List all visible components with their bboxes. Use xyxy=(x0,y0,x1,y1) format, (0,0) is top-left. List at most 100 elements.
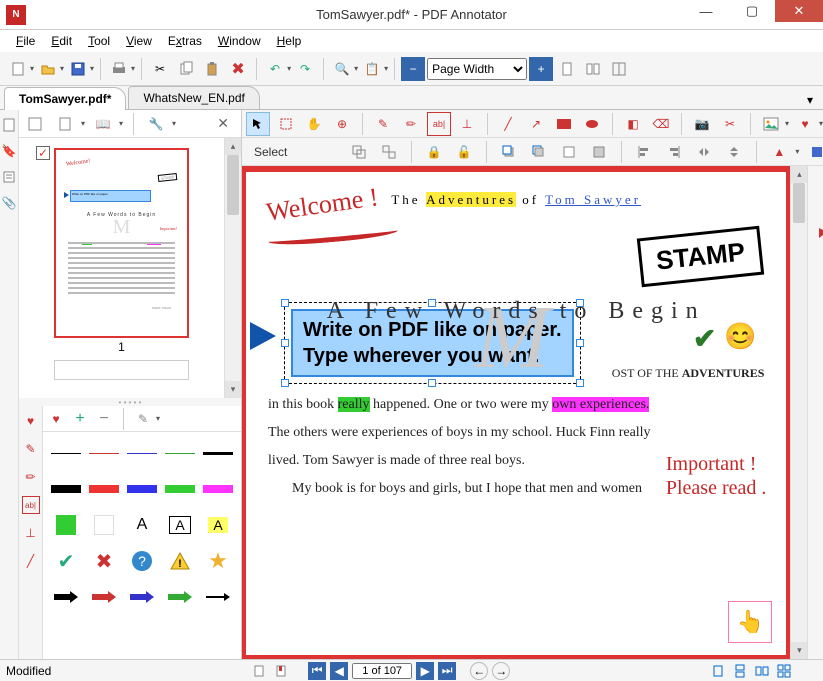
view-single-button[interactable] xyxy=(709,662,727,680)
favorite-annot[interactable]: ♥ xyxy=(793,112,817,136)
scroll-thumb[interactable] xyxy=(227,155,239,215)
image-annot[interactable] xyxy=(759,112,783,136)
important-annotation[interactable]: Important ! Please read . xyxy=(666,452,767,500)
shape-tool-icon[interactable]: ╱ xyxy=(22,552,40,570)
nav-back-button[interactable]: ← xyxy=(470,662,488,680)
preset-arrow-green[interactable] xyxy=(165,584,195,610)
layout-button[interactable] xyxy=(607,57,631,81)
two-page-button[interactable] xyxy=(581,57,605,81)
menu-file[interactable]: File xyxy=(8,32,43,50)
align-left-button[interactable] xyxy=(632,140,656,164)
preset-arrow-thin[interactable] xyxy=(203,584,233,610)
send-back-button[interactable] xyxy=(527,140,551,164)
fav-edit-dropdown[interactable]: ▾ xyxy=(156,414,160,423)
undo-dropdown[interactable]: ▾ xyxy=(287,64,291,73)
preset-check-icon[interactable]: ✔ xyxy=(51,548,81,574)
crop-annot[interactable]: ✂ xyxy=(718,112,742,136)
fav-add-button[interactable]: + xyxy=(71,410,89,428)
welcome-underline[interactable] xyxy=(268,224,399,247)
find-dropdown[interactable]: ▾ xyxy=(354,64,358,73)
preset-black-thin-line[interactable] xyxy=(51,440,81,466)
thumbnail-page-1[interactable]: Welcome! STAMP Write on PDF like on pape… xyxy=(54,148,189,338)
preset-black-thick-line[interactable] xyxy=(203,440,233,466)
stamp-annotation[interactable]: STAMP xyxy=(637,226,765,288)
whiteout-annot[interactable]: ⌫ xyxy=(649,112,673,136)
checkmark-annotation[interactable]: ✔ xyxy=(693,322,716,356)
panel-splitter[interactable]: • • • • • xyxy=(19,398,241,406)
tab-tomsawyer[interactable]: TomSawyer.pdf* xyxy=(4,87,126,110)
pages-icon[interactable] xyxy=(0,116,18,134)
attachments-icon[interactable]: 📎 xyxy=(0,194,18,212)
preset-text-plain[interactable]: A xyxy=(127,512,157,538)
favorites-icon[interactable]: ♥ xyxy=(22,412,40,430)
text-tool-icon[interactable]: ab| xyxy=(22,496,40,514)
page-scroll-thumb[interactable] xyxy=(793,183,805,223)
save-dropdown[interactable]: ▾ xyxy=(90,64,94,73)
group-button[interactable] xyxy=(347,140,371,164)
preset-red-thin-line[interactable] xyxy=(89,440,119,466)
next-page-button[interactable]: ▶ xyxy=(416,662,434,680)
pan-tool[interactable]: ✋ xyxy=(302,112,326,136)
stamp-tool-icon[interactable]: ⊥ xyxy=(22,524,40,542)
preset-magenta-bar[interactable] xyxy=(203,476,233,502)
maximize-button[interactable]: ▢ xyxy=(729,0,775,22)
arrow-annot[interactable]: ↗ xyxy=(524,112,548,136)
redo-button[interactable]: ↷ xyxy=(293,57,317,81)
cut-button[interactable]: ✂ xyxy=(148,57,172,81)
menu-help[interactable]: Help xyxy=(269,32,310,50)
cursor-icon[interactable] xyxy=(816,226,823,247)
tab-whatsnew[interactable]: WhatsNew_EN.pdf xyxy=(128,86,259,109)
last-page-button[interactable]: ⏭ xyxy=(438,662,456,680)
thumbnail-scrollbar[interactable]: ▴ ▾ xyxy=(224,138,241,398)
scroll-down-icon[interactable]: ▾ xyxy=(225,381,241,398)
single-page-button[interactable] xyxy=(555,57,579,81)
preset-red-bar[interactable] xyxy=(89,476,119,502)
bookmarks-icon[interactable]: 🔖 xyxy=(0,142,18,160)
line-annot[interactable]: ╱ xyxy=(496,112,520,136)
flip-v-button[interactable] xyxy=(722,140,746,164)
preset-star-icon[interactable]: ★ xyxy=(203,548,233,574)
new-dropdown[interactable]: ▾ xyxy=(30,64,34,73)
thumb-add-dropdown[interactable]: ▾ xyxy=(81,119,85,128)
preset-black-bar[interactable] xyxy=(51,476,81,502)
marker-annot[interactable]: ✏ xyxy=(399,112,423,136)
open-dropdown[interactable]: ▾ xyxy=(60,64,64,73)
new-button[interactable] xyxy=(6,57,30,81)
thumbnail-checkbox[interactable]: ✓ xyxy=(36,146,50,160)
page-scroll-down[interactable]: ▾ xyxy=(791,642,807,659)
first-page-button[interactable]: ⏮ xyxy=(308,662,326,680)
lock-button[interactable]: 🔒 xyxy=(422,140,446,164)
backward-button[interactable] xyxy=(587,140,611,164)
thumb-select-all[interactable] xyxy=(23,112,47,136)
emoji-annotation[interactable]: 😊 xyxy=(724,322,756,352)
favorite-dropdown[interactable]: ▾ xyxy=(819,119,823,128)
align-right-button[interactable] xyxy=(662,140,686,164)
thumb-settings[interactable]: 🔧 xyxy=(144,112,168,136)
style-copy-button[interactable]: ▲ xyxy=(767,140,791,164)
stamp-annot[interactable]: ⊥ xyxy=(455,112,479,136)
preset-warning-icon[interactable]: ! xyxy=(165,548,195,574)
open-button[interactable] xyxy=(36,57,60,81)
delete-button[interactable]: ✖ xyxy=(226,57,250,81)
menu-edit[interactable]: Edit xyxy=(43,32,80,50)
view-continuous-button[interactable] xyxy=(731,662,749,680)
pen-tool-icon[interactable]: ✎ xyxy=(22,440,40,458)
image-dropdown[interactable]: ▾ xyxy=(785,119,789,128)
preset-green-thin-line[interactable] xyxy=(165,440,195,466)
preset-arrow-black[interactable] xyxy=(51,584,81,610)
preset-green-bar[interactable] xyxy=(165,476,195,502)
menu-window[interactable]: Window xyxy=(210,32,269,50)
select-tool[interactable] xyxy=(246,112,270,136)
text-annot[interactable]: ab| xyxy=(427,112,451,136)
bring-front-button[interactable] xyxy=(497,140,521,164)
flip-h-button[interactable] xyxy=(692,140,716,164)
preset-blue-thin-line[interactable] xyxy=(127,440,157,466)
minimize-button[interactable]: — xyxy=(683,0,729,22)
preset-cross-icon[interactable]: ✖ xyxy=(89,548,119,574)
page-scroll-up[interactable]: ▴ xyxy=(791,166,807,183)
thumb-view-mode[interactable]: 📖 xyxy=(91,112,115,136)
preset-text-boxed[interactable]: A xyxy=(165,512,195,538)
fav-heart-icon[interactable]: ♥ xyxy=(47,410,65,428)
style-dropdown[interactable]: ▾ xyxy=(795,147,799,156)
preset-white-fill[interactable] xyxy=(89,512,119,538)
